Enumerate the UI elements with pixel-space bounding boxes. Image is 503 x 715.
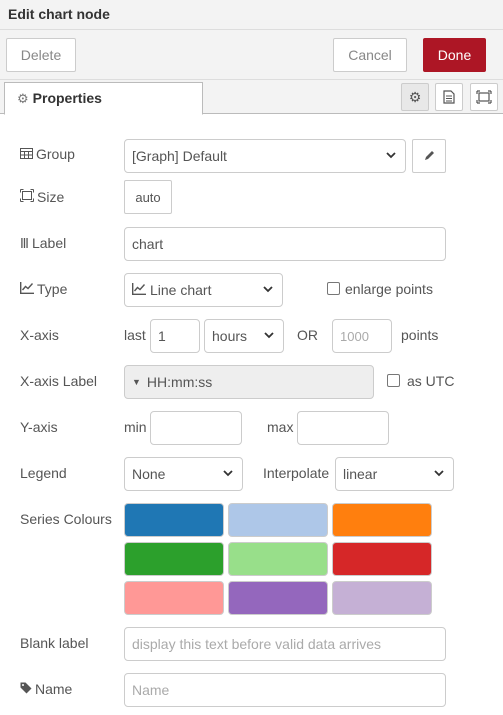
xaxis-last-label: last (124, 327, 146, 343)
blank-label-input[interactable]: display this text before valid data arri… (124, 627, 446, 661)
xaxis-points-input[interactable]: 1000 (332, 319, 392, 353)
pencil-icon (425, 151, 434, 160)
name-input[interactable]: Name (124, 673, 446, 707)
xaxis-label: X-axis (20, 327, 59, 343)
legend-select[interactable]: None (124, 457, 243, 491)
chevron-down-icon (434, 470, 444, 477)
table-icon (20, 147, 33, 162)
group-label: Group (20, 146, 75, 162)
description-tab-icon[interactable] (435, 83, 463, 111)
chevron-down-icon (386, 152, 396, 159)
enlarge-points-checkbox[interactable] (327, 282, 340, 295)
line-chart-icon (132, 282, 146, 298)
tag-icon (20, 682, 32, 697)
series-colour-swatch[interactable] (228, 503, 328, 537)
yaxis-max-label: max (267, 419, 294, 435)
name-label: Name (20, 681, 72, 697)
caret-down-icon: ▼ (132, 377, 141, 387)
frame-icon (476, 90, 492, 104)
xaxis-last-input[interactable]: 1 (150, 319, 200, 353)
type-label: Type (20, 281, 67, 297)
enlarge-points-label: enlarge points (345, 281, 433, 297)
gear-icon: ⚙ (408, 88, 422, 105)
text-cursor-icon: Ⅲ (20, 236, 29, 251)
series-colour-swatch[interactable] (228, 542, 328, 576)
label-label: Ⅲ Label (20, 235, 67, 251)
yaxis-max-input[interactable] (297, 411, 389, 445)
delete-button[interactable]: Delete (6, 38, 76, 72)
line-chart-icon (20, 282, 34, 297)
as-utc-label: as UTC (407, 373, 455, 389)
size-label: Size (20, 189, 64, 205)
xaxis-label-label: X-axis Label (20, 373, 98, 389)
interpolate-label: Interpolate (263, 465, 330, 481)
tab-properties-label: Properties (32, 90, 102, 106)
settings-tab-icon[interactable]: ⚙ (401, 83, 429, 111)
yaxis-min-input[interactable] (150, 411, 242, 445)
series-colour-swatch[interactable] (332, 581, 432, 615)
edit-group-button[interactable] (412, 139, 446, 173)
series-colour-swatch[interactable] (124, 542, 224, 576)
yaxis-min-label: min (124, 419, 147, 435)
document-icon (443, 90, 455, 104)
xaxis-points-label: points (401, 327, 439, 343)
dialog-title: Edit chart node (0, 0, 503, 30)
appearance-tab-icon[interactable] (470, 83, 498, 111)
xaxis-or-label: OR (297, 327, 318, 343)
done-button[interactable]: Done (423, 38, 486, 72)
chevron-down-icon (263, 286, 273, 293)
label-input[interactable]: chart (124, 227, 446, 261)
group-select[interactable]: [Graph] Default (124, 139, 406, 173)
tab-strip: ⚙ Properties ⚙ (0, 80, 503, 115)
size-icon (20, 189, 34, 205)
yaxis-label: Y-axis (20, 419, 58, 435)
series-colour-swatch[interactable] (332, 503, 432, 537)
chevron-down-icon (223, 470, 233, 477)
xaxis-unit-select[interactable]: hours (204, 319, 284, 353)
size-button[interactable]: auto (124, 180, 172, 214)
cancel-button[interactable]: Cancel (333, 38, 407, 72)
chevron-down-icon (264, 332, 274, 339)
series-colour-swatch[interactable] (124, 503, 224, 537)
interpolate-select[interactable]: linear (335, 457, 454, 491)
gear-icon: ⚙ (17, 91, 29, 106)
series-colour-swatch[interactable] (124, 581, 224, 615)
series-colour-swatch[interactable] (228, 581, 328, 615)
tab-properties[interactable]: ⚙ Properties (4, 82, 203, 115)
dialog-toolbar: Delete Cancel Done (0, 30, 503, 80)
blank-label-label: Blank label (20, 635, 89, 651)
xaxis-label-input[interactable]: ▼ HH:mm:ss (124, 365, 374, 399)
series-colours-label: Series Colours (20, 511, 112, 527)
legend-label: Legend (20, 465, 67, 481)
type-select[interactable]: Line chart (124, 273, 283, 307)
series-colour-swatch[interactable] (332, 542, 432, 576)
as-utc-checkbox[interactable] (387, 374, 400, 387)
